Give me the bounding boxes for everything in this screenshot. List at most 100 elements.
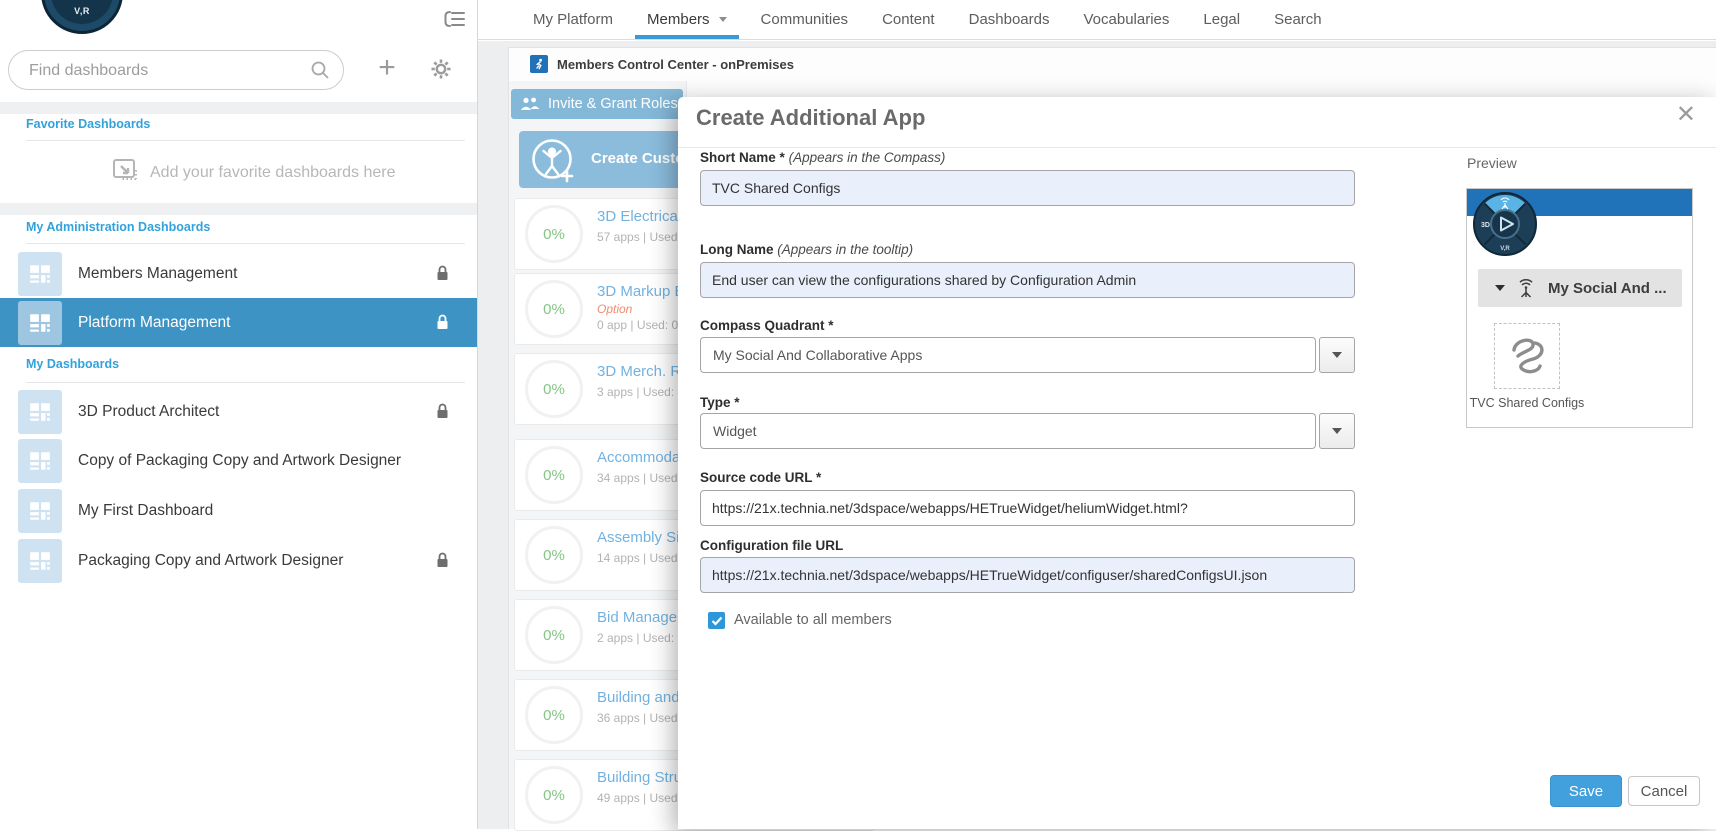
usage-percent-badge: 0%: [525, 280, 583, 338]
compass-icon: 3D V,R: [1472, 191, 1538, 262]
compass-quadrant-label: Compass Quadrant *: [700, 318, 834, 333]
nav-dashboards[interactable]: Dashboards: [952, 0, 1067, 39]
dashboard-grid-icon: [18, 439, 62, 483]
preview-app-caption: TVC Shared Configs: [1467, 395, 1587, 411]
chevron-down-icon: [1495, 285, 1505, 291]
check-icon: [711, 616, 723, 626]
dialog-title: Create Additional App: [696, 105, 925, 131]
compass-quadrant-select[interactable]: My Social And Collaborative Apps: [700, 337, 1355, 373]
page-header: Members Control Center - onPremises: [530, 55, 794, 73]
search-input[interactable]: [27, 52, 311, 90]
invite-grant-roles-button[interactable]: Invite & Grant Roles: [511, 89, 683, 119]
dashboard-search[interactable]: [8, 50, 344, 90]
top-navigation: My Platform Members Communities Content …: [478, 0, 1716, 40]
source-url-label: Source code URL *: [700, 470, 821, 485]
config-url-field[interactable]: [700, 557, 1355, 593]
nav-members[interactable]: Members: [630, 0, 744, 39]
close-icon[interactable]: ✕: [1676, 103, 1696, 127]
chevron-down-icon: [1332, 352, 1342, 358]
nav-my-platform[interactable]: My Platform: [516, 0, 630, 39]
divider: [678, 147, 1716, 148]
dashboard-grid-icon: [18, 252, 62, 296]
usage-percent-badge: 0%: [525, 526, 583, 584]
dashboard-label: Packaging Copy and Artwork Designer: [78, 536, 343, 585]
source-url-field[interactable]: [700, 490, 1355, 526]
lock-icon: [436, 403, 449, 424]
app-title-link[interactable]: Bid Manager: [597, 609, 682, 626]
usage-percent-badge: 0%: [525, 205, 583, 263]
available-to-all-checkbox[interactable]: [708, 612, 725, 629]
usage-percent-badge: 0%: [525, 606, 583, 664]
page-title: Members Control Center - onPremises: [557, 57, 794, 72]
app-icon-placeholder: [1494, 323, 1560, 389]
ds-logo-icon: [1506, 335, 1548, 377]
drag-favorite-icon: [112, 157, 142, 192]
nav-search[interactable]: Search: [1257, 0, 1339, 39]
dashboard-label: 3D Product Architect: [78, 387, 219, 436]
long-name-field[interactable]: [700, 262, 1355, 298]
3dexperience-logo[interactable]: V,R: [41, 0, 123, 34]
dashboard-grid-icon: [18, 301, 62, 345]
dropdown-arrow-button[interactable]: [1319, 413, 1355, 449]
create-person-plus-icon: [530, 137, 576, 188]
lock-icon: [436, 265, 449, 286]
nav-communities[interactable]: Communities: [744, 0, 866, 39]
sidebar-item-platform-management[interactable]: Platform Management: [0, 298, 477, 347]
apps-column: Invite & Grant Roles Create Custom 0% 3D…: [509, 81, 687, 829]
search-icon: [310, 60, 330, 85]
create-additional-app-dialog: Create Additional App ✕ Short Name * (Ap…: [678, 97, 1716, 829]
preview-label: Preview: [1467, 155, 1517, 171]
divider: [26, 140, 465, 141]
dashboard-label: Members Management: [78, 249, 237, 298]
usage-percent-badge: 0%: [525, 686, 583, 744]
sidebar-item-3d-product-architect[interactable]: 3D Product Architect: [0, 387, 477, 436]
sidebar-divider-band: [0, 102, 477, 114]
dashboard-label: My First Dashboard: [78, 486, 213, 535]
app-runner-icon: [530, 55, 548, 73]
chevron-down-icon: [719, 17, 727, 22]
my-dashboards-section-title: My Dashboards: [26, 357, 119, 371]
cancel-button[interactable]: Cancel: [1628, 776, 1700, 806]
sidebar-item-copy-of-packaging[interactable]: Copy of Packaging Copy and Artwork Desig…: [0, 436, 477, 485]
preview-quadrant-bar[interactable]: My Social And ...: [1478, 269, 1682, 307]
dashboard-grid-icon: [18, 390, 62, 434]
collapse-sidebar-icon[interactable]: [444, 10, 466, 33]
type-label: Type *: [700, 395, 740, 410]
nav-vocabularies[interactable]: Vocabularies: [1067, 0, 1187, 39]
dashboard-label: Copy of Packaging Copy and Artwork Desig…: [78, 436, 401, 485]
sidebar-divider-band: [0, 203, 477, 215]
short-name-field[interactable]: [700, 170, 1355, 206]
antenna-icon: [1517, 278, 1535, 298]
people-icon: [520, 97, 540, 111]
dropdown-arrow-button[interactable]: [1319, 337, 1355, 373]
svg-text:V,R: V,R: [1500, 246, 1510, 252]
usage-percent-badge: 0%: [525, 766, 583, 824]
favorites-hint-text: Add your favorite dashboards here: [150, 164, 395, 182]
sidebar-search-row: +: [0, 40, 477, 102]
app-option-tag: Option: [597, 302, 632, 316]
divider: [26, 382, 465, 383]
sidebar-item-members-management[interactable]: Members Management: [0, 249, 477, 298]
type-select[interactable]: Widget: [700, 413, 1355, 449]
sidebar: V,R +: [0, 0, 478, 829]
nav-content[interactable]: Content: [865, 0, 952, 39]
svg-text:3D: 3D: [1481, 222, 1490, 229]
admin-section-title: My Administration Dashboards: [26, 220, 210, 234]
divider: [26, 243, 465, 244]
config-url-label: Configuration file URL: [700, 538, 843, 553]
long-name-label: Long Name (Appears in the tooltip): [700, 242, 913, 257]
short-name-label: Short Name * (Appears in the Compass): [700, 150, 945, 165]
add-dashboard-button[interactable]: +: [372, 54, 402, 84]
lock-icon: [436, 314, 449, 335]
gear-icon[interactable]: [430, 58, 452, 85]
selected-type-value[interactable]: Widget: [700, 413, 1316, 449]
selected-quadrant-value[interactable]: My Social And Collaborative Apps: [700, 337, 1316, 373]
dashboard-grid-icon: [18, 489, 62, 533]
dashboard-grid-icon: [18, 539, 62, 583]
nav-legal[interactable]: Legal: [1186, 0, 1257, 39]
sidebar-item-packaging-designer[interactable]: Packaging Copy and Artwork Designer: [0, 536, 477, 585]
save-button[interactable]: Save: [1550, 775, 1622, 807]
dashboard-label: Platform Management: [78, 298, 231, 347]
sidebar-item-my-first-dashboard[interactable]: My First Dashboard: [0, 486, 477, 535]
preview-quadrant-text: My Social And ...: [1548, 280, 1667, 297]
